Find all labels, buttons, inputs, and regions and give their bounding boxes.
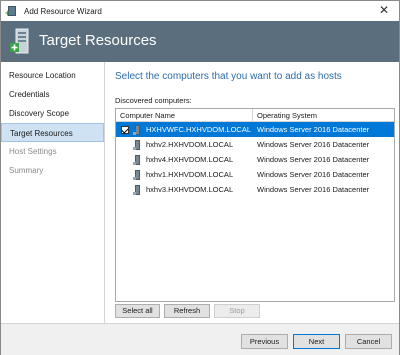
server-icon [132,184,142,195]
operating-system: Windows Server 2016 Datacenter [257,125,370,134]
nav-item-credentials[interactable]: Credentials [1,85,104,104]
operating-system: Windows Server 2016 Datacenter [257,185,370,194]
close-icon[interactable]: ✕ [377,3,391,17]
discovered-computers-label: Discovered computers: [115,96,192,105]
computer-name: hxhv3.HXHVDOM.LOCAL [146,185,234,194]
nav-item-target-resources[interactable]: Target Resources [1,123,104,142]
wizard-steps-nav: Resource Location Credentials Discovery … [1,62,104,323]
table-row[interactable]: hxhv4.HXHVDOM.LOCAL Windows Server 2016 … [116,152,394,167]
computer-name: hxhv4.HXHVDOM.LOCAL [146,155,234,164]
table-row[interactable]: hxhv3.HXHVDOM.LOCAL Windows Server 2016 … [116,182,394,197]
server-icon [132,139,142,150]
nav-item-summary: Summary [9,166,44,175]
operating-system: Windows Server 2016 Datacenter [257,170,370,179]
table-row[interactable]: hxhv2.HXHVDOM.LOCAL Windows Server 2016 … [116,137,394,152]
previous-button[interactable]: Previous [241,334,288,349]
page-title: Target Resources [39,32,157,49]
section-heading: Select the computers that you want to ad… [115,71,342,82]
refresh-button[interactable]: Refresh [164,304,210,318]
nav-item-discovery-scope[interactable]: Discovery Scope [1,104,104,123]
title-bar: + Add Resource Wizard ✕ [1,1,399,21]
column-header-operating-system[interactable]: Operating System [253,109,394,121]
wizard-app-icon: + [5,5,18,18]
computers-grid[interactable]: Computer Name Operating System HXHVWFC.H… [115,108,395,302]
grid-header: Computer Name Operating System [116,109,394,122]
server-icon [132,169,142,180]
operating-system: Windows Server 2016 Datacenter [257,140,370,149]
server-icon [132,154,142,165]
nav-item-resource-location[interactable]: Resource Location [1,66,104,85]
window-title: Add Resource Wizard [24,6,102,16]
table-row[interactable]: hxhv1.HXHVDOM.LOCAL Windows Server 2016 … [116,167,394,182]
table-row[interactable]: HXHVWFC.HXHVDOM.LOCAL Windows Server 201… [116,122,394,137]
computer-name: HXHVWFC.HXHVDOM.LOCAL [146,125,252,134]
stop-button: Stop [214,304,260,318]
server-add-icon [10,28,29,54]
next-button[interactable]: Next [293,334,340,349]
computer-name: hxhv1.HXHVDOM.LOCAL [146,170,234,179]
header-banner: Target Resources [1,21,399,62]
server-icon [132,124,142,135]
grid-actions: Select all Refresh Stop [115,304,260,318]
wizard-footer: Previous Next Cancel [1,324,399,355]
computer-name: hxhv2.HXHVDOM.LOCAL [146,140,234,149]
operating-system: Windows Server 2016 Datacenter [257,155,370,164]
main-content: Select the computers that you want to ad… [105,62,399,323]
select-all-button[interactable]: Select all [115,304,160,318]
column-header-computer-name[interactable]: Computer Name [116,109,253,121]
row-checkbox[interactable] [121,125,129,134]
nav-item-host-settings: Host Settings [9,147,57,156]
cancel-button[interactable]: Cancel [345,334,392,349]
add-resource-wizard-window: + Add Resource Wizard ✕ Target Resources… [0,0,400,355]
